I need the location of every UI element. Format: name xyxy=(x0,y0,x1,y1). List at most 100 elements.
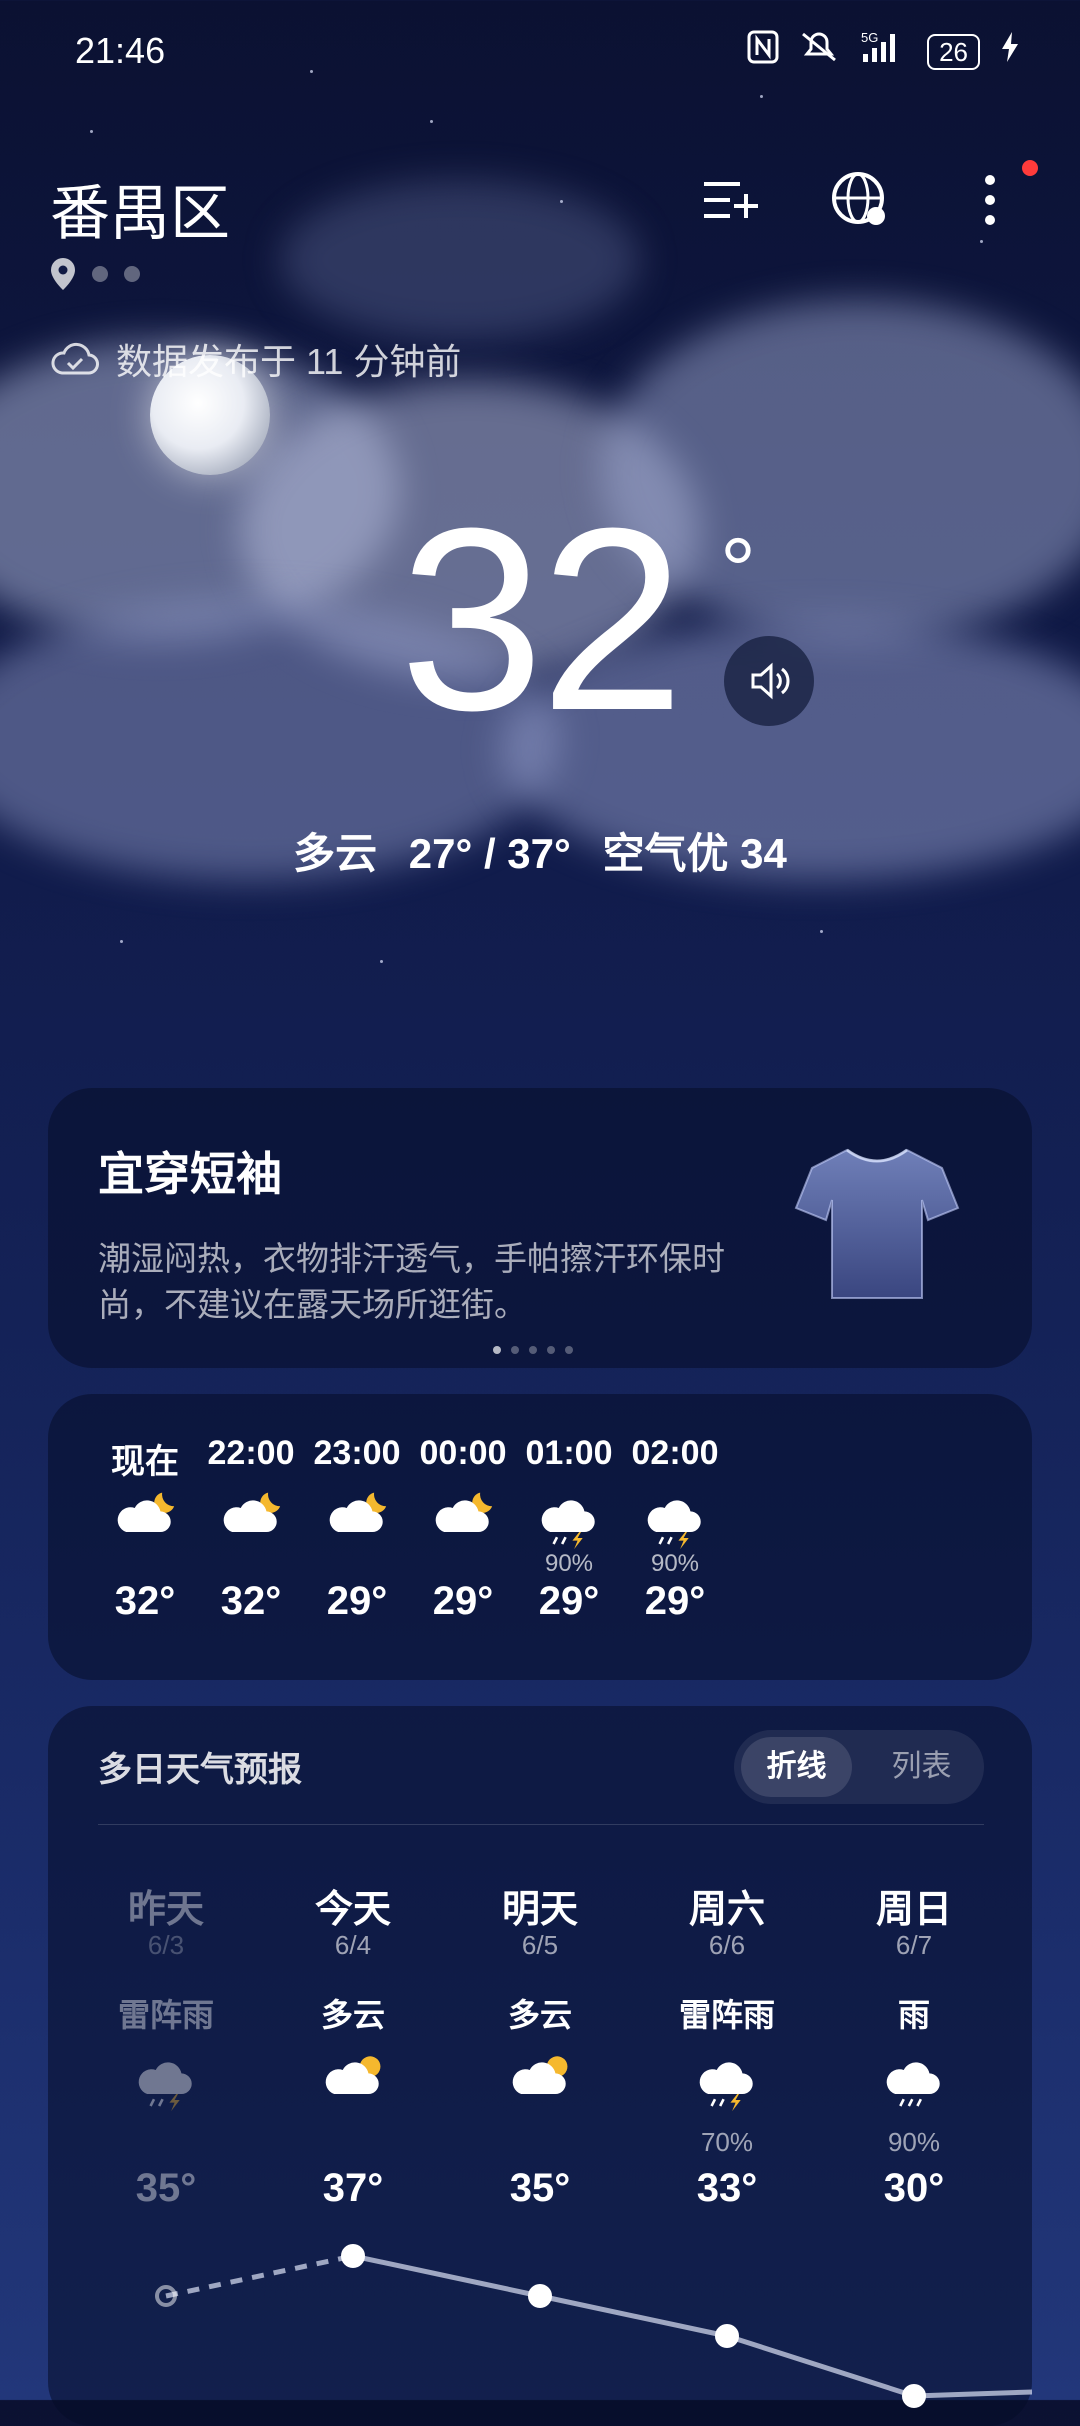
day-weather: 雷阵雨 xyxy=(678,1997,775,2033)
chart-point xyxy=(715,2324,739,2348)
thunderstorm-icon xyxy=(647,1500,701,1550)
list-view-option[interactable]: 列表 xyxy=(866,1737,977,1797)
air-quality-text[interactable]: 空气优 34 xyxy=(603,830,787,877)
temp-range-text: 27° / 37° xyxy=(408,830,571,877)
status-bar: 21:46 5G 26 xyxy=(0,28,1080,78)
star xyxy=(380,960,383,963)
day-weather: 多云 xyxy=(507,1997,572,2033)
day-date: 6/4 xyxy=(334,1930,372,1960)
line-view-option[interactable]: 折线 xyxy=(741,1737,852,1797)
day-precipitation: 90% xyxy=(887,2127,941,2157)
card-pager xyxy=(493,1346,573,1354)
condition-text: 多云 xyxy=(293,830,378,877)
forecast-title: 多日天气预报 xyxy=(98,1751,302,1789)
day-precipitation xyxy=(76,2118,256,2166)
thunderstorm-icon xyxy=(541,1500,595,1550)
day-high-temp: 30° xyxy=(883,2166,945,2210)
day-weather: 多云 xyxy=(320,1997,385,2033)
publish-time-text: 数据发布于 11 分钟前 xyxy=(116,341,462,382)
day-weather: 雨 xyxy=(897,1997,930,2033)
day-date: 6/5 xyxy=(521,1930,559,1960)
globe-icon xyxy=(832,172,885,225)
day-high-temp: 37° xyxy=(322,2166,384,2210)
day-weather: 雷阵雨 xyxy=(117,1997,214,2033)
forecast-day[interactable]: 今天 6/4 多云 37° xyxy=(263,1878,443,2211)
chart-point xyxy=(902,2384,926,2408)
clothing-title: 宜穿短袖 xyxy=(98,1148,282,1200)
partly-cloudy-day-icon xyxy=(512,2056,568,2094)
publish-info: 数据发布于 11 分钟前 xyxy=(50,333,461,385)
signal-5g-icon: 5G xyxy=(859,30,907,73)
partly-cloudy-night-icon xyxy=(435,1492,493,1532)
partly-cloudy-night-icon xyxy=(117,1492,175,1532)
hour-precipitation: 90% xyxy=(544,1550,594,1577)
global-weather-button[interactable] xyxy=(830,170,890,230)
page-dot xyxy=(124,266,140,282)
add-city-button[interactable] xyxy=(700,170,760,230)
clothing-description: 潮湿闷热，衣物排汗透气，手帕擦汗环保时尚，不建议在露天场所逛街。 xyxy=(98,1240,725,1323)
chart-point xyxy=(528,2284,552,2308)
thunderstorm-icon xyxy=(138,2062,192,2112)
more-options-button[interactable] xyxy=(960,160,1038,230)
hour-temp: 29° xyxy=(644,1579,706,1623)
forecast-day[interactable]: 昨天 6/3 雷阵雨 35° xyxy=(76,1878,256,2211)
pager-dot xyxy=(493,1346,501,1354)
speak-weather-button[interactable] xyxy=(724,636,814,726)
chart-segment xyxy=(352,2253,541,2299)
more-vertical-icon xyxy=(985,175,995,225)
current-temperature: 32 xyxy=(399,475,684,765)
chart-segment xyxy=(726,2333,915,2399)
star xyxy=(760,95,763,98)
day-high-temp: 33° xyxy=(696,2166,758,2210)
hourly-item: 02:00 90% 29° xyxy=(600,1434,750,1624)
partly-cloudy-night-icon xyxy=(329,1492,387,1532)
day-precipitation xyxy=(450,2118,630,2166)
cloud-check-icon xyxy=(51,342,99,375)
star xyxy=(120,940,123,943)
partly-cloudy-night-icon xyxy=(223,1492,281,1532)
day-icon-wrap xyxy=(263,2046,443,2118)
hour-icon-wrap: 90% xyxy=(600,1484,750,1579)
pager-dot xyxy=(529,1346,537,1354)
multi-day-forecast-card[interactable]: 多日天气预报 折线 列表 昨天 6/3 雷阵雨 35° 今天 6/4 多云 37° 明天 6/5 多… xyxy=(48,1706,1032,2426)
clothing-suggestion-card[interactable]: 宜穿短袖 潮湿闷热，衣物排汗透气，手帕擦汗环保时尚，不建议在露天场所逛街。 xyxy=(48,1088,1032,1368)
high-temp-chart xyxy=(155,2244,1032,2408)
day-name: 昨天 xyxy=(127,1889,204,1931)
city-name[interactable]: 番禺区 xyxy=(50,165,230,252)
pager-dot xyxy=(565,1346,573,1354)
hour-precipitation: 90% xyxy=(650,1550,700,1577)
hourly-forecast-card[interactable]: 现在 32° 22:00 32° 23:00 29° 00:00 29° 01:00 90% 29°… xyxy=(48,1394,1032,1680)
tshirt-icon xyxy=(794,1148,960,1299)
day-name: 今天 xyxy=(314,1889,391,1931)
chart-segment xyxy=(539,2293,728,2339)
speaker-icon xyxy=(751,662,790,700)
pager-dot xyxy=(511,1346,519,1354)
day-name: 明天 xyxy=(501,1889,578,1931)
rain-icon xyxy=(886,2062,940,2107)
forecast-day[interactable]: 周日 6/7 雨 90% 30° xyxy=(824,1878,1004,2211)
battery-level: 26 xyxy=(927,33,980,70)
mute-icon xyxy=(799,30,839,73)
forecast-day[interactable]: 周六 6/6 雷阵雨 70% 33° xyxy=(637,1878,817,2211)
forecast-day[interactable]: 明天 6/5 多云 35° xyxy=(450,1878,630,2211)
view-toggle[interactable]: 折线 列表 xyxy=(734,1730,984,1804)
thunderstorm-icon xyxy=(699,2062,753,2112)
day-date: 6/6 xyxy=(708,1930,746,1960)
star xyxy=(430,120,433,123)
notification-badge xyxy=(1022,160,1038,176)
day-date: 6/3 xyxy=(147,1930,185,1960)
day-high-temp: 35° xyxy=(509,2166,571,2210)
status-icons: 5G 26 xyxy=(747,30,1020,73)
chart-point xyxy=(341,2244,365,2268)
chart-segment xyxy=(913,2389,1032,2399)
day-precipitation xyxy=(263,2118,443,2166)
pager-dot xyxy=(547,1346,555,1354)
day-name: 周日 xyxy=(875,1889,952,1931)
day-icon-wrap xyxy=(450,2046,630,2118)
hour-time: 02:00 xyxy=(631,1434,719,1472)
day-name: 周六 xyxy=(688,1889,765,1931)
day-date: 6/7 xyxy=(895,1930,933,1960)
status-time: 21:46 xyxy=(75,30,166,71)
day-icon-wrap xyxy=(637,2046,817,2118)
day-high-temp: 35° xyxy=(135,2166,197,2210)
